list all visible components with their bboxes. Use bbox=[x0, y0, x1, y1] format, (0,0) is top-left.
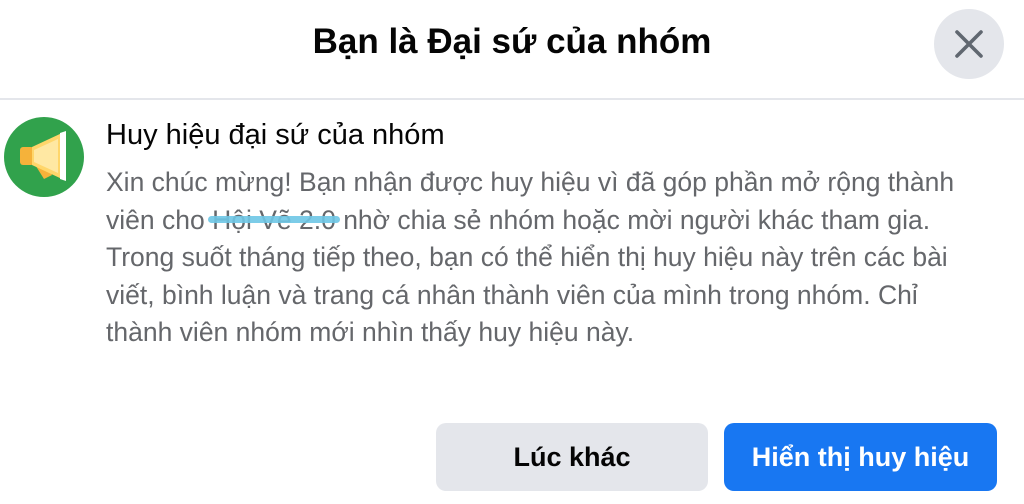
dialog-header: Bạn là Đại sứ của nhóm bbox=[0, 0, 1024, 100]
show-badge-button[interactable]: Hiển thị huy hiệu bbox=[724, 423, 997, 491]
ambassador-dialog: Bạn là Đại sứ của nhóm Huy hiệu đại sứ c… bbox=[0, 0, 1024, 504]
later-button[interactable]: Lúc khác bbox=[436, 423, 708, 491]
close-icon bbox=[955, 30, 983, 58]
group-name-redacted: Hội Vẽ 2.0 bbox=[208, 205, 340, 235]
badge-description: Xin chúc mừng! Bạn nhận được huy hiệu vì… bbox=[106, 164, 986, 352]
badge-title: Huy hiệu đại sứ của nhóm bbox=[106, 119, 445, 151]
redaction-scribble bbox=[208, 215, 340, 223]
close-button[interactable] bbox=[934, 9, 1004, 79]
megaphone-icon bbox=[4, 117, 84, 197]
dialog-title: Bạn là Đại sứ của nhóm bbox=[312, 22, 712, 61]
